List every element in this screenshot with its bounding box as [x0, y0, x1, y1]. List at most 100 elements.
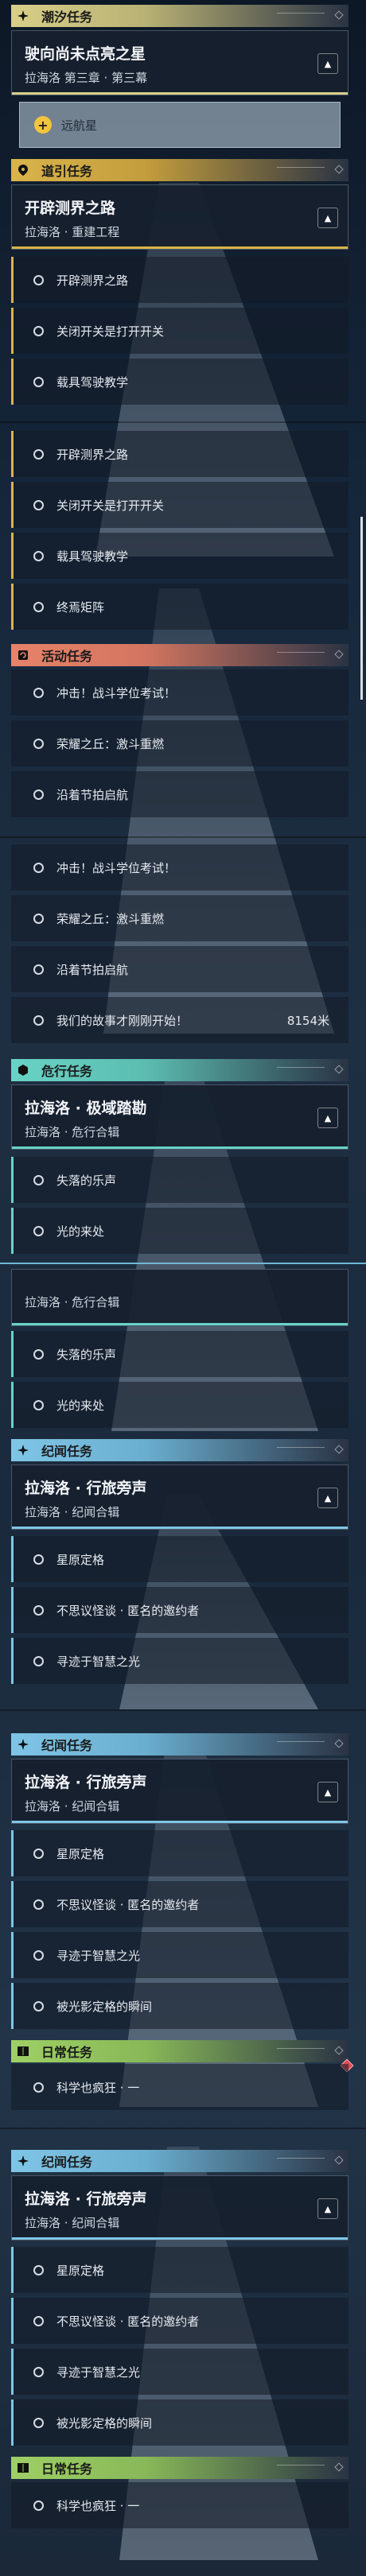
objective-circle-icon — [33, 687, 44, 698]
objective-label: 冲击！战斗学位考试！ — [56, 685, 177, 700]
quest-card-jiwen[interactable]: 拉海洛 · 行旅旁声 拉海洛 · 纪闻合辑 ▲ — [11, 1465, 348, 1530]
objective-circle-icon — [33, 2000, 44, 2012]
section-header-jiwen[interactable]: 纪闻任务 — [11, 1439, 348, 1461]
collapse-chevron-up-icon[interactable]: ▲ — [317, 1108, 338, 1128]
section-header-daoyin[interactable]: 道引任务 — [11, 159, 348, 181]
objective-circle-icon — [33, 964, 44, 975]
quest-card-jiwen[interactable]: 拉海洛 · 行旅旁声 拉海洛 · 纪闻合辑 ▲ — [11, 1759, 348, 1824]
objective-row[interactable]: 关闭开关是打开开关 — [11, 308, 348, 354]
screenshot-divider — [0, 1709, 366, 1711]
quest-title: 拉海洛 · 极域踏勘 — [25, 1100, 147, 1117]
objective-row[interactable]: 星原定格 — [11, 2247, 348, 2293]
section-header-jiwen[interactable]: 纪闻任务 — [11, 1733, 348, 1755]
header-decoration — [277, 167, 325, 173]
objective-row[interactable]: 我们的故事才刚刚开始！ 8154米 — [11, 997, 348, 1043]
objective-row[interactable]: 冲击！战斗学位考试！ — [11, 844, 348, 890]
objective-circle-icon — [33, 325, 44, 336]
section-title: 纪闻任务 — [41, 1738, 93, 1753]
header-decoration — [277, 2465, 325, 2470]
quest-accent-bar — [12, 2237, 348, 2240]
objective-row[interactable]: 星原定格 — [11, 1536, 348, 1582]
objective-label: 星原定格 — [56, 1846, 105, 1861]
objective-label: 被光影定格的瞬间 — [56, 1999, 153, 2014]
section-header-richang[interactable]: 日常任务 — [11, 2040, 348, 2062]
section-header-huodong[interactable]: 活动任务 — [11, 644, 348, 666]
objective-circle-icon — [33, 1014, 44, 1026]
refresh-icon — [13, 645, 33, 665]
objective-row[interactable]: 冲击！战斗学位考试！ — [11, 669, 348, 716]
quest-title: 拉海洛 · 行旅旁声 — [25, 2190, 147, 2208]
objective-row[interactable]: 科学也疯狂 · 一 — [11, 2064, 348, 2110]
objective-row[interactable]: 关闭开关是打开开关 — [11, 482, 348, 528]
objective-circle-icon — [33, 1174, 44, 1185]
objective-label: 被光影定格的瞬间 — [56, 2415, 153, 2431]
collapse-chevron-up-icon[interactable]: ▲ — [317, 208, 338, 228]
scrollbar[interactable] — [360, 517, 363, 700]
objective-label: 寻迹于智慧之光 — [56, 1948, 141, 1963]
quest-subtitle: 拉海洛 · 纪闻合辑 — [25, 2216, 120, 2230]
section-header-chaoxi[interactable]: 潮汐任务 — [11, 5, 348, 27]
objective-row[interactable]: 被光影定格的瞬间 — [11, 2399, 348, 2446]
objective-circle-icon — [33, 2081, 44, 2093]
objective-label: 失落的乐声 — [56, 1347, 117, 1362]
four-point-star-icon — [13, 6, 33, 26]
section-header-jiwen[interactable]: 纪闻任务 — [11, 2150, 348, 2172]
objective-label: 载具驾驶教学 — [56, 374, 129, 390]
quest-subtitle: 拉海洛 · 纪闻合辑 — [25, 1505, 120, 1519]
section-header-weixing[interactable]: 危行任务 — [11, 1059, 348, 1081]
quest-card-chaoxi[interactable]: 驶向尚未点亮之星 拉海洛 第三章 · 第三幕 ▲ — [11, 30, 348, 95]
objective-row[interactable]: 寻迹于智慧之光 — [11, 1932, 348, 1978]
quest-card-weixing-partial[interactable]: 拉海洛 · 危行合辑 — [11, 1269, 348, 1326]
objective-row[interactable]: 沿着节拍启航 — [11, 946, 348, 992]
objective-row[interactable]: 载具驾驶教学 — [11, 533, 348, 579]
objective-label: 沿着节拍启航 — [56, 962, 129, 977]
objective-row[interactable]: 寻迹于智慧之光 — [11, 1638, 348, 1684]
objective-row[interactable]: 载具驾驶教学 — [11, 359, 348, 405]
objective-row[interactable]: 不思议怪谈 · 匿名的邀约者 — [11, 2298, 348, 2344]
objective-circle-icon — [33, 2417, 44, 2428]
screenshot-divider — [0, 2128, 366, 2129]
objective-row[interactable]: 被光影定格的瞬间 — [11, 1983, 348, 2029]
objective-row[interactable]: 沿着节拍启航 — [11, 771, 348, 817]
collapse-chevron-up-icon[interactable]: ▲ — [317, 2198, 338, 2219]
objective-circle-icon — [33, 789, 44, 800]
quest-card-weixing[interactable]: 拉海洛 · 极域踏勘 拉海洛 · 危行合辑 ▲ — [11, 1084, 348, 1150]
section-title: 道引任务 — [41, 164, 93, 179]
collapse-chevron-up-icon[interactable]: ▲ — [317, 1782, 338, 1802]
four-point-star-icon — [13, 1440, 33, 1461]
quest-card-daoyin[interactable]: 开辟测界之路 拉海洛 · 重建工程 ▲ — [11, 184, 348, 250]
objective-row[interactable]: 终焉矩阵 — [11, 584, 348, 630]
objective-circle-icon — [33, 1899, 44, 1910]
objective-circle-icon — [33, 1604, 44, 1616]
objective-circle-icon — [33, 1655, 44, 1666]
header-decoration — [277, 13, 325, 18]
objective-row[interactable]: 光的来处 — [11, 1208, 348, 1254]
quest-subtitle: 拉海洛 · 危行合辑 — [25, 1295, 120, 1309]
objective-row[interactable]: 光的来处 — [11, 1382, 348, 1428]
collapse-chevron-up-icon[interactable]: ▲ — [317, 53, 338, 74]
quest-title: 拉海洛 · 行旅旁声 — [25, 1774, 147, 1791]
objective-label: 寻迹于智慧之光 — [56, 1654, 141, 1669]
four-point-star-icon — [13, 2151, 33, 2171]
objective-label: 荣耀之丘：激斗重燃 — [56, 911, 165, 926]
objective-label: 光的来处 — [56, 1398, 105, 1413]
objective-row[interactable]: 失落的乐声 — [11, 1157, 348, 1203]
quest-card-jiwen[interactable]: 拉海洛 · 行旅旁声 拉海洛 · 纪闻合辑 ▲ — [11, 2175, 348, 2240]
objective-row[interactable]: 不思议怪谈 · 匿名的邀约者 — [11, 1881, 348, 1927]
objective-row[interactable]: 星原定格 — [11, 1830, 348, 1876]
objective-row[interactable]: 开辟测界之路 — [11, 257, 348, 303]
objective-row[interactable]: 科学也疯狂 · 一 — [11, 2482, 348, 2528]
objective-row[interactable]: 荣耀之丘：激斗重燃 — [11, 720, 348, 766]
objective-row[interactable]: 荣耀之丘：激斗重燃 — [11, 895, 348, 941]
section-header-richang[interactable]: 日常任务 — [11, 2457, 348, 2479]
objective-circle-icon — [33, 2264, 44, 2275]
collapse-chevron-up-icon[interactable]: ▲ — [317, 1488, 338, 1508]
objective-row[interactable]: 不思议怪谈 · 匿名的邀约者 — [11, 1587, 348, 1633]
objective-row[interactable]: 开辟测界之路 — [11, 431, 348, 477]
objective-row[interactable]: 失落的乐声 — [11, 1331, 348, 1377]
objective-circle-icon — [33, 376, 44, 387]
header-decoration — [277, 1067, 325, 1073]
selected-objective[interactable]: + 远航星 — [19, 102, 341, 148]
objective-label: 冲击！战斗学位考试！ — [56, 860, 177, 875]
objective-row[interactable]: 寻迹于智慧之光 — [11, 2349, 348, 2395]
